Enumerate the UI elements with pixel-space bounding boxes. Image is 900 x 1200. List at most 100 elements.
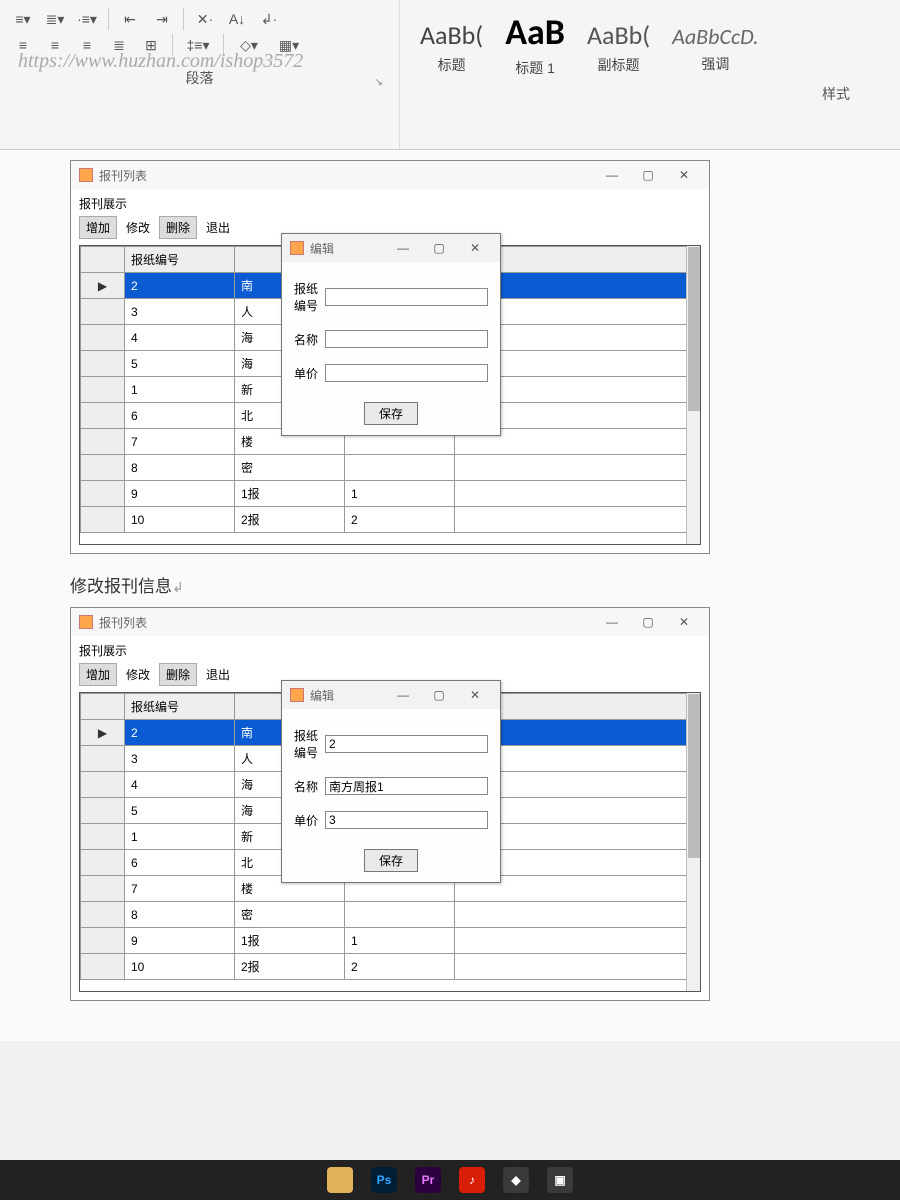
row-header[interactable] (81, 325, 125, 351)
row-header[interactable] (81, 481, 125, 507)
table-row[interactable]: 8密 (81, 455, 700, 481)
cell-id[interactable]: 10 (125, 507, 235, 533)
cell-id[interactable]: 8 (125, 902, 235, 928)
multilevel-list-icon[interactable]: ·≡▾ (74, 8, 100, 30)
cell-id[interactable]: 1 (125, 824, 235, 850)
numbering-icon[interactable]: ≣▾ (42, 8, 68, 30)
minimize-icon[interactable]: — (386, 238, 420, 258)
cell-id[interactable]: 9 (125, 481, 235, 507)
list-window-titlebar[interactable]: 报刊列表 — ▢ ✕ (71, 161, 709, 189)
minimize-icon[interactable]: — (386, 685, 420, 705)
row-header[interactable] (81, 824, 125, 850)
cell-id[interactable]: 5 (125, 798, 235, 824)
cell-id[interactable]: 5 (125, 351, 235, 377)
exit-button[interactable]: 退出 (199, 216, 237, 239)
id-field[interactable] (325, 735, 488, 753)
row-header[interactable] (81, 876, 125, 902)
table-row[interactable]: 8密 (81, 902, 700, 928)
edit-button[interactable]: 修改 (119, 216, 157, 239)
cell-name[interactable]: 1报 (235, 928, 345, 954)
cell-price[interactable] (345, 455, 455, 481)
cell-price[interactable]: 2 (345, 954, 455, 980)
list-window-titlebar[interactable]: 报刊列表 — ▢ ✕ (71, 608, 709, 636)
taskbar-premiere-icon[interactable]: Pr (415, 1167, 441, 1193)
save-button[interactable]: 保存 (364, 402, 418, 425)
align-right-icon[interactable]: ≡ (74, 34, 100, 56)
cell-name[interactable]: 1报 (235, 481, 345, 507)
taskbar[interactable]: Ps Pr ♪ ◆ ▣ (0, 1160, 900, 1200)
cell-id[interactable]: 1 (125, 377, 235, 403)
cell-id[interactable]: 8 (125, 455, 235, 481)
grid-scrollbar[interactable] (686, 246, 700, 544)
increase-indent-icon[interactable]: ⇥ (149, 8, 175, 30)
decrease-indent-icon[interactable]: ⇤ (117, 8, 143, 30)
edit-dialog-titlebar[interactable]: 编辑 — ▢ ✕ (282, 681, 500, 709)
borders-icon[interactable]: ▦▾ (272, 34, 306, 56)
styles-gallery[interactable]: AaBb(标题AaB标题 1AaBb(副标题AaBbCcD.强调 (400, 0, 900, 80)
cell-price[interactable]: 2 (345, 507, 455, 533)
cell-id[interactable]: 4 (125, 325, 235, 351)
show-marks-icon[interactable]: ↲· (256, 8, 282, 30)
line-spacing-icon[interactable]: ‡≡▾ (181, 34, 215, 56)
row-header[interactable] (81, 928, 125, 954)
align-justify-icon[interactable]: ≣ (106, 34, 132, 56)
row-header[interactable]: ▶ (81, 273, 125, 299)
exit-button[interactable]: 退出 (199, 663, 237, 686)
align-center-icon[interactable]: ≡ (42, 34, 68, 56)
close-icon[interactable]: ✕ (667, 612, 701, 632)
cell-id[interactable]: 3 (125, 746, 235, 772)
sort-icon[interactable]: A↓ (224, 8, 250, 30)
cell-price[interactable]: 1 (345, 481, 455, 507)
close-icon[interactable]: ✕ (667, 165, 701, 185)
cell-name[interactable]: 密 (235, 902, 345, 928)
name-field[interactable] (325, 777, 488, 795)
cell-id[interactable]: 7 (125, 876, 235, 902)
table-row[interactable]: 91报1 (81, 481, 700, 507)
shading-icon[interactable]: ◇▾ (232, 34, 266, 56)
row-header[interactable] (81, 429, 125, 455)
cell-name[interactable]: 2报 (235, 507, 345, 533)
cell-id[interactable]: 6 (125, 403, 235, 429)
taskbar-explorer-icon[interactable] (327, 1167, 353, 1193)
price-field[interactable] (325, 811, 488, 829)
save-button[interactable]: 保存 (364, 849, 418, 872)
style-tile[interactable]: AaBb(标题 (414, 17, 489, 77)
edit-dialog-titlebar[interactable]: 编辑 — ▢ ✕ (282, 234, 500, 262)
row-header[interactable] (81, 299, 125, 325)
bullets-icon[interactable]: ≡▾ (10, 8, 36, 30)
row-header[interactable] (81, 403, 125, 429)
row-header[interactable] (81, 507, 125, 533)
add-button[interactable]: 增加 (79, 663, 117, 686)
edit-button[interactable]: 修改 (119, 663, 157, 686)
maximize-icon[interactable]: ▢ (631, 612, 665, 632)
col-id[interactable]: 报纸编号 (125, 694, 235, 720)
name-field[interactable] (325, 330, 488, 348)
taskbar-photoshop-icon[interactable]: Ps (371, 1167, 397, 1193)
cell-name[interactable]: 密 (235, 455, 345, 481)
delete-button[interactable]: 删除 (159, 216, 197, 239)
style-tile[interactable]: AaB标题 1 (499, 8, 571, 80)
table-row[interactable]: 102报2 (81, 507, 700, 533)
row-header[interactable] (81, 377, 125, 403)
close-icon[interactable]: ✕ (458, 685, 492, 705)
align-left-icon[interactable]: ≡ (10, 34, 36, 56)
row-header[interactable] (81, 850, 125, 876)
row-header[interactable] (81, 954, 125, 980)
row-header[interactable] (81, 798, 125, 824)
row-header[interactable] (81, 902, 125, 928)
row-header[interactable] (81, 746, 125, 772)
style-tile[interactable]: AaBbCcD.强调 (666, 21, 764, 76)
cell-id[interactable]: 2 (125, 273, 235, 299)
row-header[interactable] (81, 351, 125, 377)
cell-id[interactable]: 4 (125, 772, 235, 798)
table-row[interactable]: 102报2 (81, 954, 700, 980)
clear-format-icon[interactable]: ✕· (192, 8, 218, 30)
grid-scrollbar[interactable] (686, 693, 700, 991)
cell-price[interactable] (345, 902, 455, 928)
cell-id[interactable]: 10 (125, 954, 235, 980)
table-row[interactable]: 91报1 (81, 928, 700, 954)
taskbar-music-icon[interactable]: ♪ (459, 1167, 485, 1193)
close-icon[interactable]: ✕ (458, 238, 492, 258)
cell-name[interactable]: 2报 (235, 954, 345, 980)
cell-id[interactable]: 6 (125, 850, 235, 876)
